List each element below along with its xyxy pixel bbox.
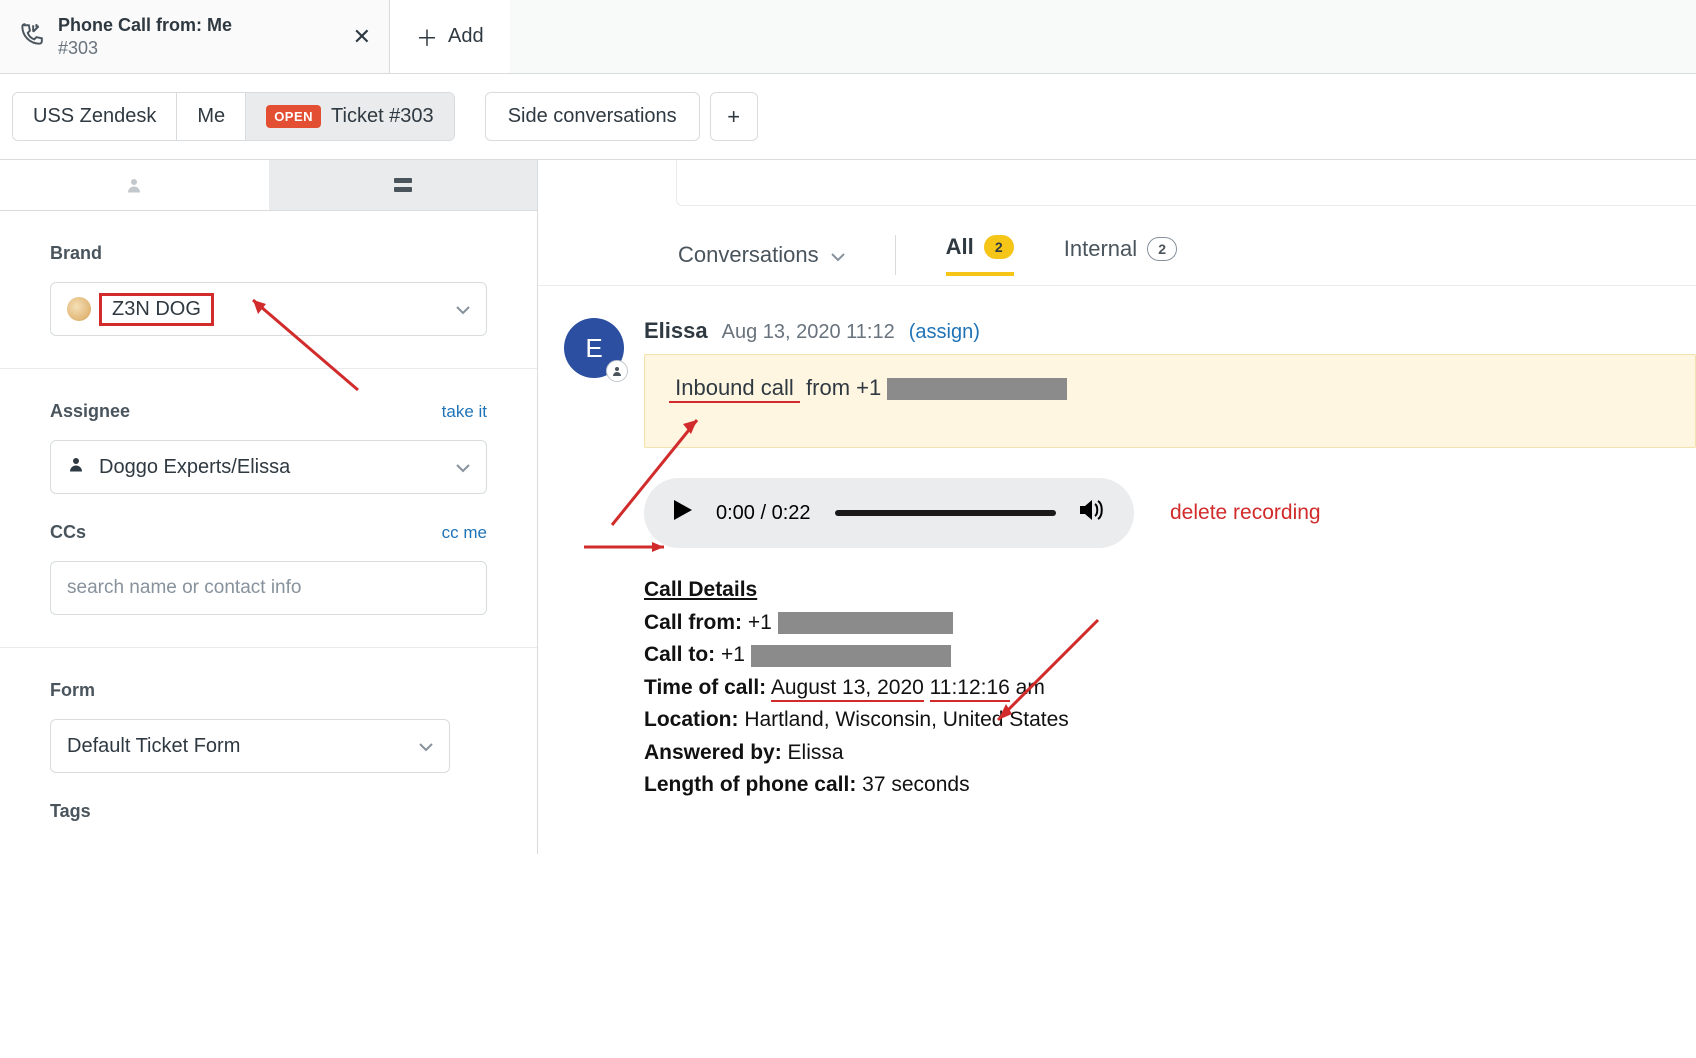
call-time-row: Time of call: August 13, 2020 11:12:16 a… [644, 672, 1696, 705]
count-badge: 2 [984, 235, 1014, 259]
event-header: Elissa Aug 13, 2020 11:12 (assign) [644, 318, 1696, 344]
side-conversations-button[interactable]: Side conversations [485, 92, 700, 141]
redacted-number [778, 612, 953, 634]
conversations-dropdown[interactable]: Conversations [678, 242, 845, 268]
add-side-conversation-button[interactable]: + [710, 92, 758, 141]
call-from-row: Call from: +1 [644, 607, 1696, 640]
audio-row: 0:00 / 0:22 delete recording [644, 478, 1696, 548]
chevron-down-icon [831, 242, 845, 268]
call-length-row: Length of phone call: 37 seconds [644, 769, 1696, 802]
sidebar-tab-ticket[interactable] [269, 160, 538, 210]
form-select[interactable]: Default Ticket Form [50, 719, 450, 773]
form-label: Form [50, 680, 487, 701]
count-badge: 2 [1147, 237, 1177, 261]
assignee-section: Assignee take it Doggo Experts/Elissa CC… [0, 369, 537, 648]
person-icon [67, 455, 85, 479]
tab-text: Phone Call from: Me #303 [58, 15, 232, 59]
brand-label: Brand [50, 243, 487, 264]
divider [895, 235, 896, 275]
chevron-down-icon [456, 456, 470, 479]
ccs-label: CCs cc me [50, 522, 487, 543]
tab-subtitle: #303 [58, 38, 232, 59]
audio-track[interactable] [835, 510, 1056, 516]
panel-stub [676, 160, 1696, 206]
assignee-label: Assignee take it [50, 401, 487, 422]
brand-value-highlight: Z3N DOG [99, 293, 214, 326]
brand-select[interactable]: Z3N DOG [50, 282, 487, 336]
assign-link[interactable]: (assign) [909, 321, 980, 344]
call-to-row: Call to: +1 [644, 639, 1696, 672]
toolbar-row: USS Zendesk Me OPEN Ticket #303 Side con… [0, 74, 1696, 159]
audio-time: 0:00 / 0:22 [716, 502, 811, 525]
call-answered-row: Answered by: Elissa [644, 737, 1696, 770]
add-tab-button[interactable]: ＋ Add [390, 0, 510, 73]
call-location-row: Location: Hartland, Wisconsin, United St… [644, 704, 1696, 737]
call-details-header: Call Details [644, 574, 1696, 607]
redacted-number [751, 645, 951, 667]
chevron-down-icon [456, 298, 470, 321]
side-conversations-group: Side conversations + [485, 92, 758, 141]
assignee-value: Doggo Experts/Elissa [99, 456, 290, 479]
event-timestamp: Aug 13, 2020 11:12 [722, 321, 895, 344]
status-badge: OPEN [266, 105, 321, 128]
tab-title: Phone Call from: Me [58, 15, 232, 36]
note-text: .Inbound call. [669, 375, 800, 403]
conversation-event: E Elissa Aug 13, 2020 11:12 (assign) .In… [538, 286, 1696, 802]
play-icon[interactable] [674, 500, 692, 526]
internal-note: .Inbound call. from +1 [644, 354, 1696, 448]
ticket-sidebar: Brand Z3N DOG Assignee take it Doggo Exp… [0, 160, 538, 854]
sidebar-tabs [0, 160, 537, 211]
author-avatar: E [564, 318, 624, 378]
conversation-filter-bar: Conversations All 2 Internal 2 [538, 206, 1696, 286]
redacted-number [887, 378, 1067, 400]
take-it-link[interactable]: take it [442, 402, 487, 422]
add-tab-label: Add [448, 25, 484, 48]
main-area: Brand Z3N DOG Assignee take it Doggo Exp… [0, 159, 1696, 854]
ticket-tab[interactable]: Phone Call from: Me #303 ✕ [0, 0, 390, 73]
sidebar-tab-requester[interactable] [0, 160, 269, 210]
filter-internal[interactable]: Internal 2 [1064, 236, 1177, 274]
plus-icon: ＋ [416, 21, 438, 53]
phone-inbound-icon [18, 22, 44, 52]
audio-player[interactable]: 0:00 / 0:22 [644, 478, 1134, 548]
ccs-input[interactable] [50, 561, 487, 615]
conversation-panel: Conversations All 2 Internal 2 E [538, 160, 1696, 854]
assignee-select[interactable]: Doggo Experts/Elissa [50, 440, 487, 494]
event-body: Elissa Aug 13, 2020 11:12 (assign) .Inbo… [644, 318, 1696, 802]
breadcrumb-requester[interactable]: Me [177, 93, 246, 140]
cc-me-link[interactable]: cc me [442, 523, 487, 543]
top-tab-strip: Phone Call from: Me #303 ✕ ＋ Add [0, 0, 1696, 74]
brand-section: Brand Z3N DOG [0, 211, 537, 369]
fields-icon [394, 178, 412, 192]
breadcrumb-org[interactable]: USS Zendesk [13, 93, 177, 140]
chevron-down-icon [419, 735, 433, 758]
ticket-number-label: Ticket #303 [331, 105, 434, 128]
breadcrumb-segmented: USS Zendesk Me OPEN Ticket #303 [12, 92, 455, 141]
form-section: Form Default Ticket Form Tags [0, 648, 537, 854]
form-value: Default Ticket Form [67, 735, 240, 758]
volume-icon[interactable] [1080, 499, 1104, 527]
delete-recording-link[interactable]: delete recording [1170, 501, 1321, 525]
event-author: Elissa [644, 318, 708, 344]
breadcrumb-ticket[interactable]: OPEN Ticket #303 [246, 93, 454, 140]
brand-avatar-icon [67, 297, 91, 321]
tags-label: Tags [50, 801, 487, 822]
person-icon [606, 360, 628, 382]
call-details: Call Details Call from: +1 Call to: +1 T… [644, 574, 1696, 802]
filter-all[interactable]: All 2 [946, 234, 1014, 276]
close-tab-icon[interactable]: ✕ [353, 24, 371, 50]
person-icon [125, 176, 143, 194]
